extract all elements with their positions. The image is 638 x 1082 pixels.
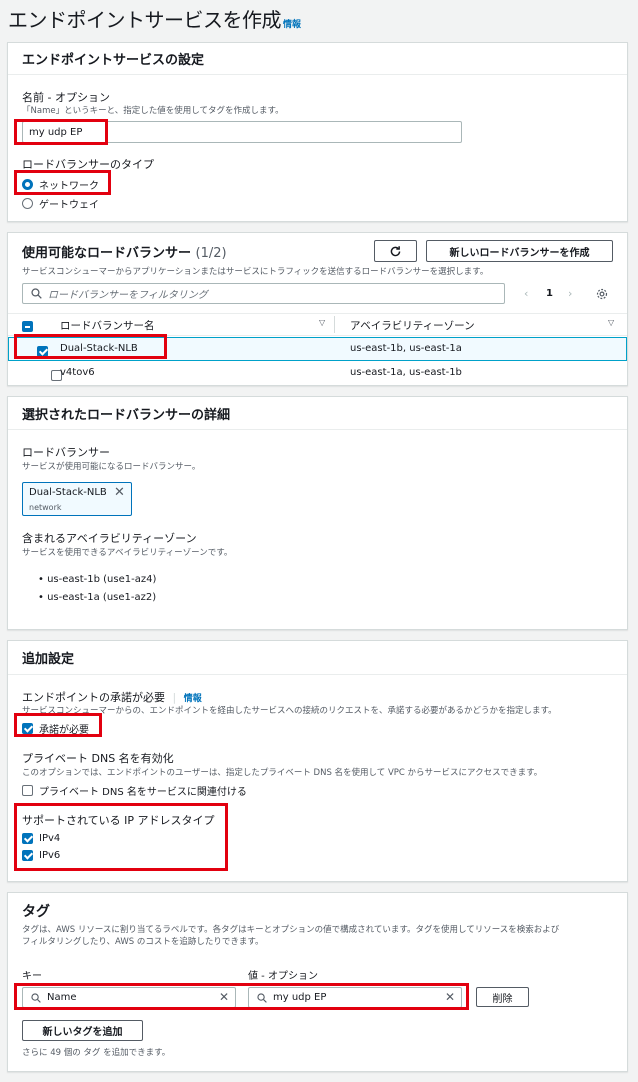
row-lb-name: v4tov6 <box>60 367 95 378</box>
ipv6-checkbox[interactable]: IPv6 <box>22 850 60 861</box>
refresh-icon <box>390 245 401 256</box>
select-all-checkbox[interactable] <box>22 320 33 332</box>
acceptance-checkbox[interactable]: 承諾が必要 <box>22 721 89 736</box>
az-label: 含まれるアベイラビリティーゾーン <box>22 532 197 545</box>
column-divider <box>334 316 335 333</box>
add-tag-button[interactable]: 新しいタグを追加 <box>22 1020 143 1041</box>
row-azs: us-east-1a, us-east-1b <box>350 367 462 378</box>
private-dns-checkbox-label: プライベート DNS 名をサービスに関連付ける <box>39 787 247 798</box>
selected-lb-heading: 選択されたロードバランサーの詳細 <box>22 407 231 423</box>
ip-type-label: サポートされている IP アドレスタイプ <box>22 814 215 827</box>
ipv4-checkbox-label: IPv4 <box>39 833 61 844</box>
lb-description: サービスが使用可能になるロードバランサー。 <box>22 462 201 472</box>
private-dns-checkbox[interactable]: プライベート DNS 名をサービスに関連付ける <box>22 783 247 798</box>
name-input[interactable]: my udp EP <box>22 121 462 143</box>
name-input-value: my udp EP <box>29 126 83 138</box>
page-title: エンドポイントサービスを作成 情報 <box>8 4 301 33</box>
additional-settings-panel: 追加設定 エンドポイントの承諾が必要 | 情報 サービスコンシューマーからの、エ… <box>7 640 628 882</box>
search-icon <box>257 992 267 1003</box>
lb-token: Dual-Stack-NLB network ✕ <box>22 482 132 516</box>
settings-gear-icon[interactable] <box>596 288 608 303</box>
private-dns-description: このオプションでは、エンドポイントのユーザーは、指定したプライベート DNS 名… <box>22 768 543 778</box>
refresh-button[interactable] <box>374 240 417 262</box>
ipv4-checkbox[interactable]: IPv4 <box>22 833 60 844</box>
available-lbs-count: (1/2) <box>195 246 227 261</box>
tag-value-value: my udp EP <box>273 992 327 1003</box>
available-lbs-heading-text: 使用可能なロードバランサー <box>22 246 192 261</box>
available-lbs-heading: 使用可能なロードバランサー (1/2) <box>22 242 227 261</box>
az-list-item: • us-east-1b (use1-az4) <box>38 574 157 585</box>
ipv6-checkbox-control[interactable] <box>22 850 33 861</box>
private-dns-label: プライベート DNS 名を有効化 <box>22 752 174 765</box>
radio-network-control[interactable] <box>22 179 33 190</box>
acceptance-checkbox-control[interactable] <box>22 723 33 734</box>
next-page-icon[interactable]: › <box>568 287 572 300</box>
acceptance-checkbox-label: 承諾が必要 <box>39 725 89 736</box>
radio-network-label: ネットワーク <box>39 181 99 192</box>
lb-type-label: ロードバランサーのタイプ <box>22 158 154 171</box>
private-dns-checkbox-control[interactable] <box>22 785 33 796</box>
create-lb-button[interactable]: 新しいロードバランサーを作成 <box>426 240 613 262</box>
search-icon <box>31 288 42 299</box>
additional-heading: 追加設定 <box>22 652 75 667</box>
radio-network[interactable]: ネットワーク <box>22 177 99 192</box>
tag-key-label: キー <box>22 971 42 982</box>
az-list-item: • us-east-1a (use1-az2) <box>38 592 157 603</box>
tags-remaining: さらに 49 個の タグ を追加できます。 <box>22 1048 171 1058</box>
column-az[interactable]: アベイラビリティーゾーン <box>350 318 475 333</box>
sort-caret-icon[interactable]: ▽ <box>608 318 614 327</box>
lb-token-sub: network <box>29 503 62 512</box>
row-checkbox[interactable] <box>36 345 48 357</box>
settings-panel: エンドポイントサービスの設定 名前 - オプション 「Name」というキーと、指… <box>7 42 628 222</box>
tag-value-label: 値 - オプション <box>248 971 318 982</box>
lb-filter-input[interactable]: ロードバランサーをフィルタリング <box>22 283 505 304</box>
az-description: サービスを使用できるアベイラビリティーゾーンです。 <box>22 548 233 558</box>
selected-lb-details-panel: 選択されたロードバランサーの詳細 ロードバランサー サービスが使用可能になるロー… <box>7 396 628 630</box>
lb-filter-placeholder: ロードバランサーをフィルタリング <box>48 290 208 301</box>
sort-caret-icon[interactable]: ▽ <box>319 318 325 327</box>
settings-heading: エンドポイントサービスの設定 <box>22 53 205 68</box>
tag-value-input[interactable]: my udp EP ✕ <box>248 987 462 1008</box>
name-label: 名前 - オプション <box>22 91 110 104</box>
name-description: 「Name」というキーと、指定した値を使用してタグを作成します。 <box>22 106 284 116</box>
acceptance-info-link[interactable]: 情報 <box>184 694 202 704</box>
tag-key-value: Name <box>47 992 77 1003</box>
radio-gateway-control[interactable] <box>22 198 33 209</box>
column-lb-name[interactable]: ロードバランサー名 <box>60 318 155 333</box>
lb-token-name: Dual-Stack-NLB <box>29 487 107 498</box>
tag-key-input[interactable]: Name ✕ <box>22 987 236 1008</box>
acceptance-label: エンドポイントの承諾が必要 | 情報 <box>22 691 202 704</box>
prev-page-icon[interactable]: ‹ <box>524 287 528 300</box>
close-icon[interactable]: ✕ <box>114 485 125 500</box>
info-link[interactable]: 情報 <box>283 20 301 30</box>
radio-gateway[interactable]: ゲートウェイ <box>22 196 99 211</box>
lb-label: ロードバランサー <box>22 446 110 459</box>
search-icon <box>31 992 41 1003</box>
tags-description-2: フィルタリングしたり、AWS のコストを追跡したりできます。 <box>22 937 264 947</box>
row-lb-name: Dual-Stack-NLB <box>60 343 138 354</box>
tags-panel: タグ タグは、AWS リソースに割り当てるラベルです。各タグはキーとオプションの… <box>7 892 628 1072</box>
page-title-text: エンドポイントサービスを作成 <box>8 8 282 32</box>
ipv4-checkbox-control[interactable] <box>22 833 33 844</box>
ipv6-checkbox-label: IPv6 <box>39 850 61 861</box>
radio-gateway-label: ゲートウェイ <box>39 200 99 211</box>
available-lbs-panel: 使用可能なロードバランサー (1/2) 新しいロードバランサーを作成 サービスコ… <box>7 232 628 386</box>
available-lbs-description: サービスコンシューマーからアプリケーションまたはサービスにトラフィックを送信する… <box>22 267 489 277</box>
row-azs: us-east-1b, us-east-1a <box>350 343 462 354</box>
page-number[interactable]: 1 <box>546 288 553 299</box>
table-row[interactable] <box>8 362 627 385</box>
clear-icon[interactable]: ✕ <box>219 990 229 1004</box>
clear-icon[interactable]: ✕ <box>445 990 455 1004</box>
acceptance-label-text: エンドポイントの承諾が必要 <box>22 691 165 704</box>
acceptance-description: サービスコンシューマーからの、エンドポイントを経由したサービスへの接続のリクエス… <box>22 706 557 716</box>
tags-heading: タグ <box>22 904 50 920</box>
tags-description-1: タグは、AWS リソースに割り当てるラベルです。各タグはキーとオプションの値で構… <box>22 925 560 935</box>
remove-tag-button[interactable]: 削除 <box>476 987 529 1007</box>
